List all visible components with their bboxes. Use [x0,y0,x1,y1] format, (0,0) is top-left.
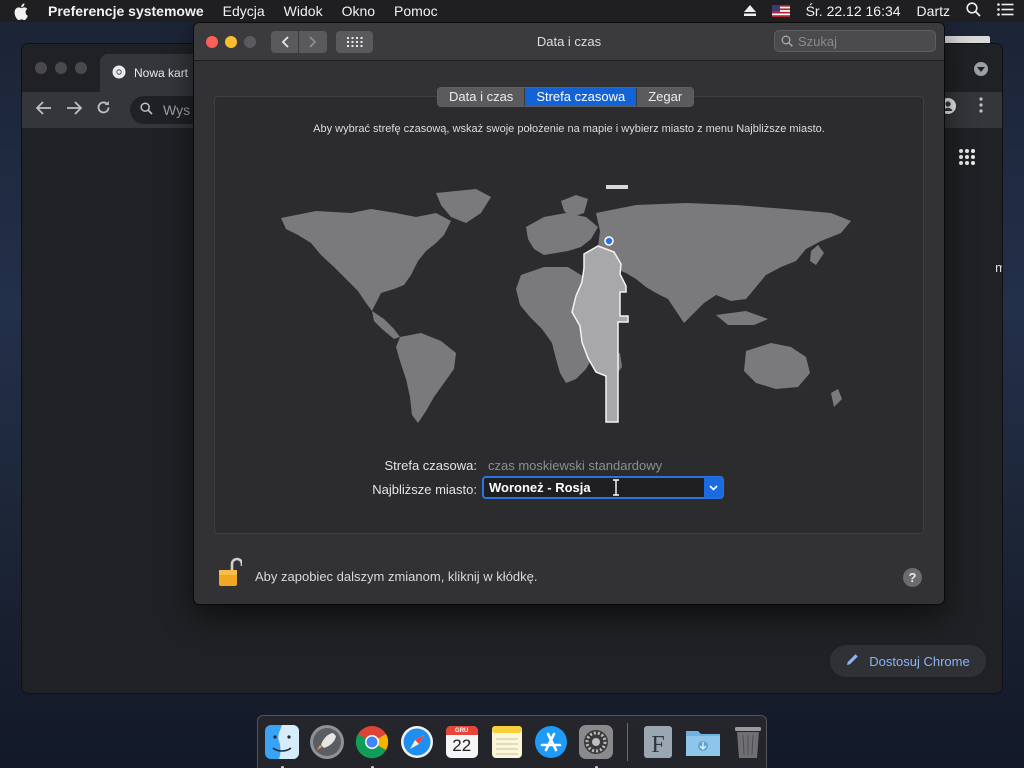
closest-city-combobox[interactable]: Woroneż - Rosja [482,476,724,499]
search-icon [781,35,793,47]
spotlight-search-icon[interactable] [966,2,981,20]
menu-edycja[interactable]: Edycja [223,3,265,19]
dock-downloads-folder[interactable] [684,723,721,761]
tab-search-chevron-icon[interactable] [974,62,988,76]
dock-chrome[interactable] [354,723,391,768]
menu-bar: Preferencje systemowe Edycja Widok Okno … [0,0,1024,22]
closest-city-value: Woroneż - Rosja [489,480,591,495]
dock-system-preferences[interactable] [578,723,615,768]
selected-timezone-highlight [571,245,629,423]
help-button[interactable]: ? [903,568,922,587]
chevron-down-icon[interactable] [704,477,723,498]
forward-arrow-icon[interactable] [66,100,83,120]
dock-finder[interactable] [264,723,301,768]
cropped-text: m [995,260,1002,275]
unlocked-padlock-icon[interactable] [218,557,244,587]
menu-pomoc[interactable]: Pomoc [394,3,438,19]
omnibox-text: Wys [163,102,191,118]
back-arrow-icon[interactable] [35,100,52,120]
dock-calendar[interactable]: GRU 22 [443,723,480,761]
window-titlebar: Data i czas Szukaj [194,23,944,61]
dock-font-book[interactable]: F [640,723,677,761]
date-time-preferences-window: Data i czas Szukaj Data i czas Strefa cz… [194,23,944,604]
notification-center-icon[interactable] [997,3,1014,19]
location-pin-icon [604,236,614,246]
reload-icon[interactable] [96,100,111,120]
calendar-day: 22 [452,736,472,755]
system-preferences-gear-icon [579,725,614,759]
menu-user[interactable]: Dartz [917,3,950,19]
dock-trash[interactable] [729,723,766,761]
tab-data-i-czas[interactable]: Data i czas [438,88,525,106]
world-continents [281,189,851,423]
instruction-text: Aby wybrać strefę czasową, wskaż swoje p… [313,123,825,135]
timezone-marker-top [606,185,628,189]
customize-chrome-label: Dostosuj Chrome [869,653,970,669]
search-field[interactable]: Szukaj [774,30,936,52]
trash-icon [734,727,761,758]
chrome-app-icon [355,726,389,759]
chrome-zoom-button[interactable] [75,62,87,74]
tab-strefa-czasowa[interactable]: Strefa czasowa [524,88,637,106]
omnibox-search-icon [140,102,153,118]
svg-text:F: F [651,732,664,758]
dock-launchpad[interactable] [309,723,346,761]
launchpad-rocket-icon [310,725,345,759]
apple-menu-icon[interactable] [14,2,30,20]
menu-app-name[interactable]: Preferencje systemowe [48,3,204,19]
customize-chrome-button[interactable]: Dostosuj Chrome [830,645,986,677]
dock-app-store[interactable] [533,723,570,761]
calendar-month: GRU [455,728,469,734]
lock-hint-text: Aby zapobiec dalszym zmianom, kliknij w … [255,569,538,584]
ibeam-cursor-icon [612,479,620,496]
dock-notes[interactable] [488,723,525,761]
chrome-window-controls [35,62,87,74]
menu-widok[interactable]: Widok [284,3,323,19]
menu-clock[interactable]: Śr. 22.12 16:34 [806,3,901,19]
timezone-label: Strefa czasowa: [384,458,478,473]
menu-okno[interactable]: Okno [342,3,375,19]
chrome-tab-title: Nowa kart [134,66,189,80]
world-map[interactable] [276,183,876,433]
google-apps-icon[interactable] [958,148,976,166]
timezone-value: czas moskiewski standardowy [488,458,663,473]
pencil-icon [846,653,859,669]
finder-icon [265,725,300,759]
tab-zegar[interactable]: Zegar [636,88,694,106]
dock-safari[interactable] [398,723,435,761]
chrome-close-button[interactable] [35,62,47,74]
safari-compass-icon [400,726,433,758]
eject-icon[interactable] [743,3,756,19]
font-book-icon: F [644,726,672,758]
dock: GRU 22 F [257,715,767,768]
closest-city-label: Najbliższe miasto: [372,482,477,497]
segmented-tabs: Data i czas Strefa czasowa Zegar [437,87,695,107]
chrome-minimize-button[interactable] [55,62,67,74]
us-flag-icon[interactable] [771,5,790,17]
chrome-menu-icon[interactable] [978,96,984,114]
search-placeholder: Szukaj [798,33,838,49]
chrome-logo-icon [112,65,126,82]
downloads-folder-icon [685,731,720,756]
notes-icon [491,726,522,758]
app-store-icon [535,726,568,758]
dock-divider [626,723,628,761]
